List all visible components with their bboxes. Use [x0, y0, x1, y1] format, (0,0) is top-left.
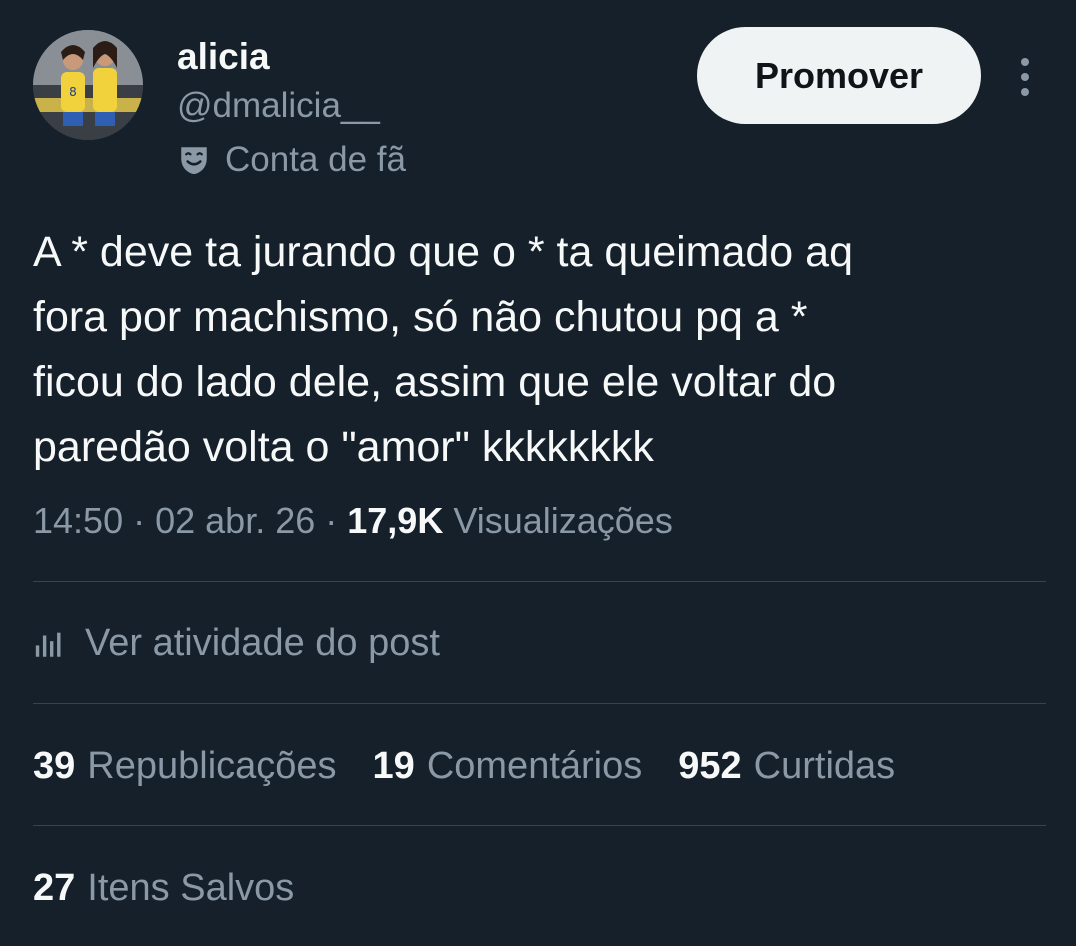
bookmarks-stat[interactable]: 27 Itens Salvos [33, 867, 294, 910]
separator-dot: · [133, 500, 156, 541]
likes-count: 952 [678, 745, 742, 787]
post-time[interactable]: 14:50 [33, 500, 123, 541]
post-metadata: 14:50 · 02 abr. 26 · 17,9K Visualizações [33, 500, 673, 542]
separator-dot: · [325, 500, 348, 541]
theater-masks-icon [181, 147, 207, 175]
views-label: Visualizações [453, 500, 673, 541]
likes-label: Curtidas [753, 745, 896, 787]
likes-stat[interactable]: 952 Curtidas [678, 745, 895, 788]
view-post-activity-label: Ver atividade do post [85, 622, 440, 664]
avatar-photo: 8 [33, 30, 143, 140]
bookmarks-label: Itens Salvos [87, 867, 295, 909]
display-name[interactable]: alicia [177, 36, 270, 78]
comments-label: Comentários [426, 745, 643, 787]
divider [33, 825, 1046, 826]
comments-stat[interactable]: 19 Comentários [373, 745, 643, 788]
views-count: 17,9K [347, 500, 444, 541]
reposts-stat[interactable]: 39 Republicações [33, 745, 337, 788]
engagement-stats: 39 Republicações 19 Comentários 952 Curt… [33, 745, 895, 788]
comments-count: 19 [372, 745, 415, 787]
user-handle[interactable]: @dmalicia__ [177, 86, 380, 126]
bar-chart-icon [35, 632, 61, 657]
promote-button[interactable]: Promover [697, 27, 981, 124]
view-post-activity-link[interactable]: Ver atividade do post [33, 622, 440, 665]
bookmarks-count: 27 [33, 867, 76, 909]
reposts-label: Republicações [87, 745, 337, 787]
avatar[interactable]: 8 [33, 30, 143, 140]
divider [33, 703, 1046, 704]
reposts-count: 39 [33, 745, 76, 787]
post-date[interactable]: 02 abr. 26 [155, 500, 315, 541]
fan-account-badge: Conta de fã [177, 140, 406, 180]
post-text: A * deve ta jurando que o * ta queimado … [33, 228, 854, 471]
divider [33, 581, 1046, 582]
svg-text:8: 8 [69, 85, 77, 99]
fan-account-label: Conta de fã [225, 140, 406, 179]
more-vertical-icon[interactable] [1008, 52, 1042, 102]
